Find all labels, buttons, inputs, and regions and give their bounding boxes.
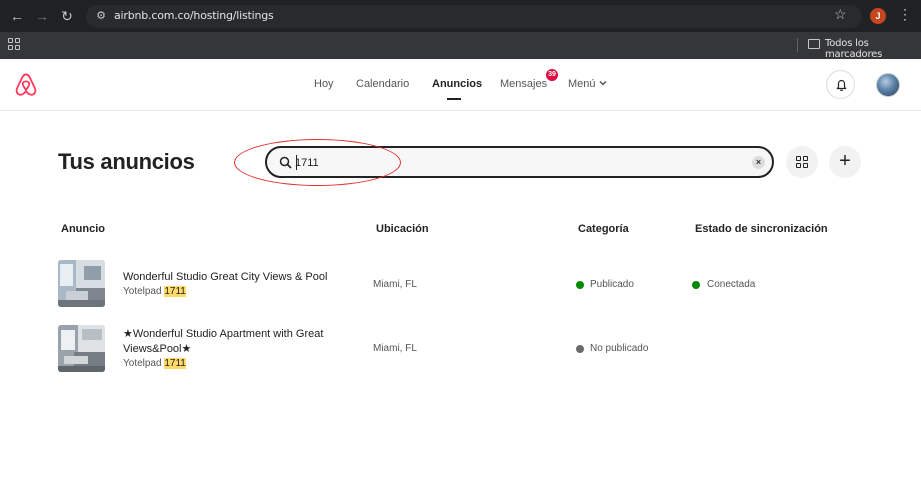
nav-menu[interactable]: Menú [568,78,596,90]
folder-icon [808,39,820,49]
browser-chrome: ← → ↻ ⚙ airbnb.com.co/hosting/listings ☆… [0,0,921,60]
nav-hoy[interactable]: Hoy [314,78,334,90]
site-header: Hoy Calendario Anuncios Mensajes 39 Menú [0,59,921,111]
page-title: Tus anuncios [58,149,195,174]
search-icon [279,156,292,169]
notifications-button[interactable] [826,70,855,99]
site-settings-icon[interactable]: ⚙ [94,9,108,23]
status-dot-published [576,281,584,289]
text-caret [296,155,297,170]
search-input[interactable] [295,155,735,171]
browser-toolbar: ← → ↻ ⚙ airbnb.com.co/hosting/listings ☆… [0,0,921,32]
plus-icon: + [839,150,851,172]
bookmark-star-icon[interactable]: ☆ [834,6,847,23]
all-bookmarks-link[interactable]: Todos los marcadores [825,38,921,60]
bookmarks-divider [797,38,798,52]
messages-badge: 39 [546,69,558,81]
reload-icon[interactable]: ↻ [58,7,76,25]
listing-thumbnail[interactable] [58,325,105,372]
listing-location: Miami, FL [373,279,417,290]
grid-view-button[interactable] [786,146,818,178]
user-avatar[interactable] [876,73,900,97]
add-listing-button[interactable]: + [829,146,861,178]
search-highlight: 1711 [164,286,186,297]
apps-icon[interactable] [8,38,20,50]
forward-icon[interactable]: → [33,7,51,25]
col-header-anuncio[interactable]: Anuncio [61,223,105,235]
profile-avatar[interactable]: J [870,8,886,24]
col-header-categoria[interactable]: Categoría [578,223,629,235]
grid-icon [796,156,808,168]
address-bar[interactable]: ⚙ airbnb.com.co/hosting/listings [86,5,862,28]
url-text[interactable]: airbnb.com.co/hosting/listings [114,9,274,22]
nav-mensajes[interactable]: Mensajes [500,78,547,90]
nav-calendario[interactable]: Calendario [356,78,409,90]
active-tab-indicator [447,98,461,100]
back-icon[interactable]: ← [8,7,26,25]
listing-sync-status: Conectada [707,279,756,290]
listing-title[interactable]: Wonderful Studio Great City Views & Pool [123,270,327,285]
search-box[interactable]: × [265,146,774,178]
nav-anuncios[interactable]: Anuncios [432,78,482,90]
browser-menu-icon[interactable]: ⋮ [898,6,912,23]
status-dot-connected [692,281,700,289]
listing-subtitle: Yotelpad 1711 [123,286,186,297]
listing-thumbnail[interactable] [58,260,105,307]
listing-category: Publicado [590,279,634,290]
bell-icon [836,79,847,91]
search-highlight: 1711 [164,358,186,369]
airbnb-logo-icon[interactable] [13,72,39,98]
chevron-down-icon[interactable] [598,78,608,88]
col-header-ubicacion[interactable]: Ubicación [376,223,429,235]
status-dot-unpublished [576,345,584,353]
listing-subtitle: Yotelpad 1711 [123,358,186,369]
col-header-sincronizacion[interactable]: Estado de sincronización [695,223,828,235]
listing-title[interactable]: ★Wonderful Studio Apartment with Great V… [123,327,343,357]
listing-location: Miami, FL [373,343,417,354]
listing-category: No publicado [590,343,649,354]
clear-search-button[interactable]: × [752,156,765,169]
